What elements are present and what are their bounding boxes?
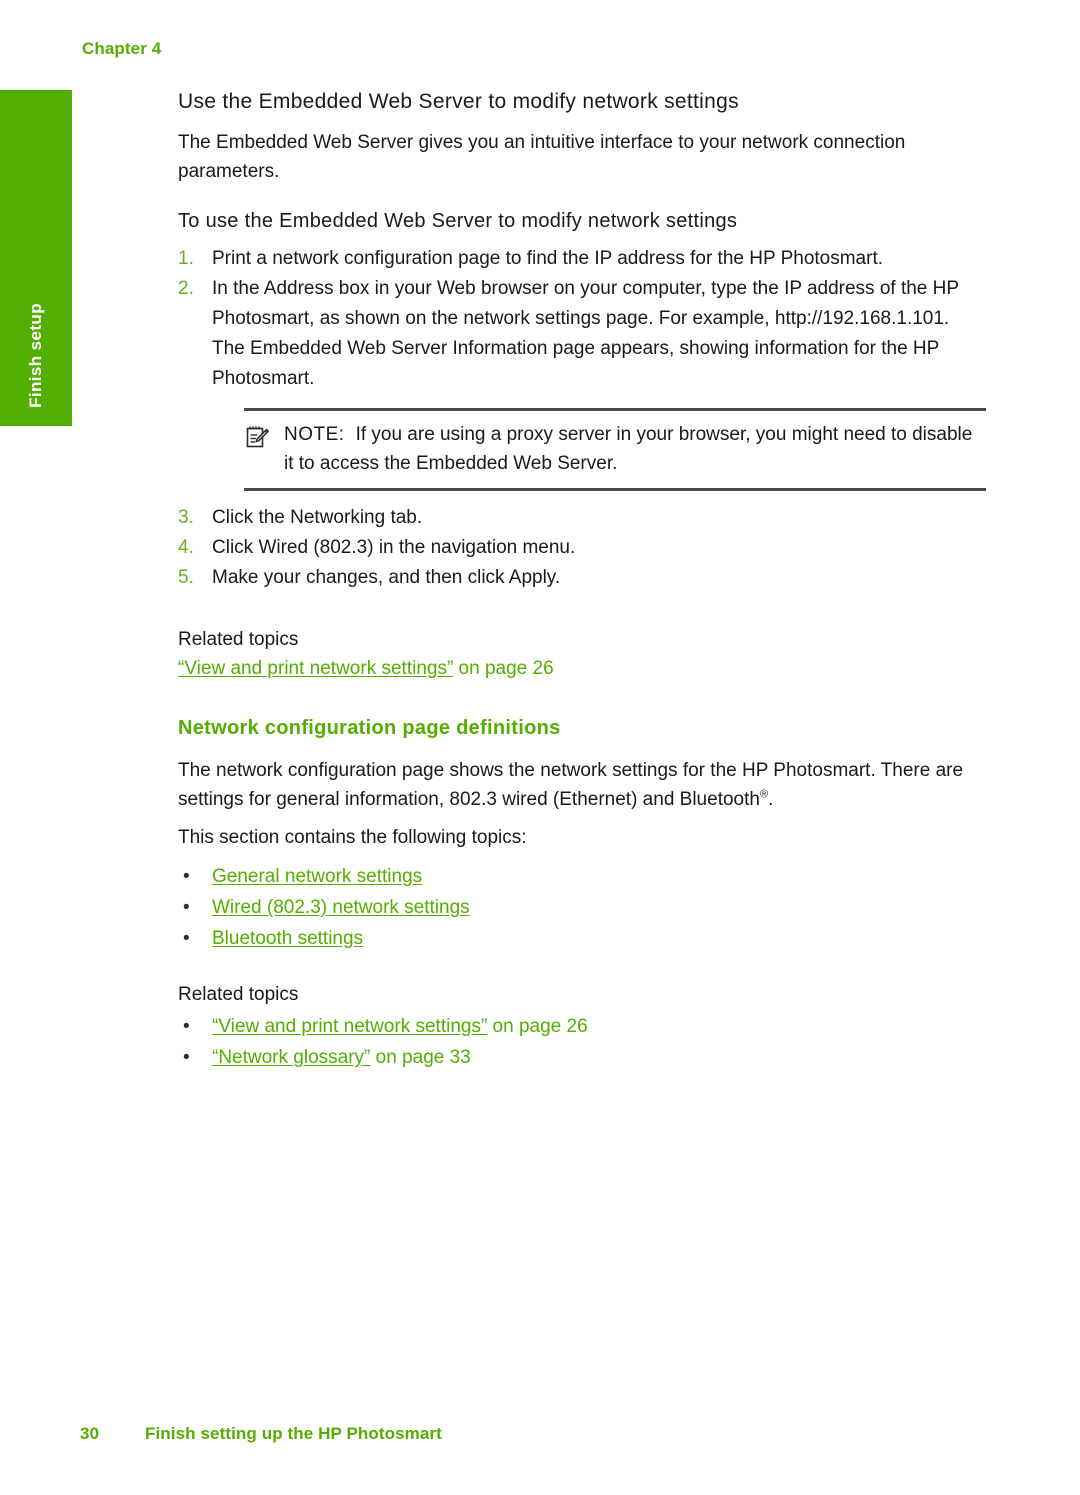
paragraph-netcfg-1-text: The network configuration page shows the… [178,760,964,810]
step-text: Print a network configuration page to fi… [212,248,884,269]
step-text: Make your changes, and then click Apply. [212,567,561,588]
cross-reference-link[interactable]: “View and print network settings” [178,658,453,679]
step-text: Click Wired (802.3) in the navigation me… [212,537,576,558]
cross-reference-page: on page 33 [370,1047,471,1068]
procedure-steps-part2: 3. Click the Networking tab. 4. Click Wi… [178,503,986,593]
list-item: • “Network glossary” on page 33 [178,1042,986,1073]
step-number: 3. [178,507,194,528]
procedure-steps-part1: 1. Print a network configuration page to… [178,244,986,394]
bullet-icon: • [183,928,190,949]
list-item: 3. Click the Networking tab. [178,503,986,533]
footer-page-number: 30 [80,1424,100,1443]
bullet-icon: • [183,1047,190,1068]
paragraph-netcfg-1-period: . [768,789,774,810]
step-number: 1. [178,248,194,269]
note-callout: NOTE: If you are using a proxy server in … [244,408,986,491]
related-topic-list: • “View and print network settings” on p… [178,1011,986,1073]
cross-reference-link[interactable]: “Network glossary” [212,1047,370,1068]
paragraph-netcfg-2: This section contains the following topi… [178,827,527,848]
step-number: 4. [178,537,194,558]
list-item: • Bluetooth settings [178,923,986,954]
list-item: 1. Print a network configuration page to… [178,244,986,274]
bullet-icon: • [183,897,190,918]
note-body: NOTE: If you are using a proxy server in … [284,420,986,478]
note-keyword: NOTE: [284,424,345,445]
related-topics-label-1: Related topics [178,629,299,650]
related-topics-label-2: Related topics [178,984,299,1005]
topic-link-list: • General network settings • Wired (802.… [178,861,986,954]
cross-reference-link[interactable]: “View and print network settings” [212,1016,487,1037]
side-tab-finish-setup: Finish setup [0,90,72,426]
list-item: • Wired (802.3) network settings [178,892,986,923]
cross-reference-page: on page 26 [453,658,554,679]
footer-running-title: Finish setting up the HP Photosmart [145,1424,442,1443]
procedure-heading-ews: To use the Embedded Web Server to modify… [178,210,738,232]
section-heading-netcfg: Network configuration page definitions [178,717,561,739]
step-number: 2. [178,278,194,299]
list-item: • “View and print network settings” on p… [178,1011,986,1042]
topic-link[interactable]: Bluetooth settings [212,928,363,949]
step-result-text: The Embedded Web Server Information page… [212,338,939,389]
list-item: • General network settings [178,861,986,892]
step-text: In the Address box in your Web browser o… [212,278,959,329]
step-text: Click the Networking tab. [212,507,423,528]
content-column: Use the Embedded Web Server to modify ne… [178,0,986,1073]
list-item: 4. Click Wired (802.3) in the navigation… [178,533,986,563]
registered-mark: ® [759,788,769,801]
note-pencil-icon [244,424,270,450]
note-text: If you are using a proxy server in your … [284,424,973,474]
section-heading-ews: Use the Embedded Web Server to modify ne… [178,90,739,113]
document-page: Chapter 4 Finish setup Use the Embedded … [0,0,1080,1495]
topic-link[interactable]: Wired (802.3) network settings [212,897,470,918]
related-topic-link-row: “View and print network settings” on pag… [178,654,986,683]
page-footer: 30 Finish setting up the HP Photosmart [80,1424,442,1444]
list-item: 2. In the Address box in your Web browse… [178,274,986,394]
paragraph-netcfg-1: The network configuration page shows the… [178,756,986,814]
side-tab-label: Finish setup [26,303,45,408]
paragraph-ews-intro: The Embedded Web Server gives you an int… [178,132,906,182]
chapter-label: Chapter 4 [82,39,162,58]
bullet-icon: • [183,866,190,887]
list-item: 5. Make your changes, and then click App… [178,563,986,593]
cross-reference-page: on page 26 [487,1016,588,1037]
bullet-icon: • [183,1016,190,1037]
topic-link[interactable]: General network settings [212,866,422,887]
step-number: 5. [178,567,194,588]
